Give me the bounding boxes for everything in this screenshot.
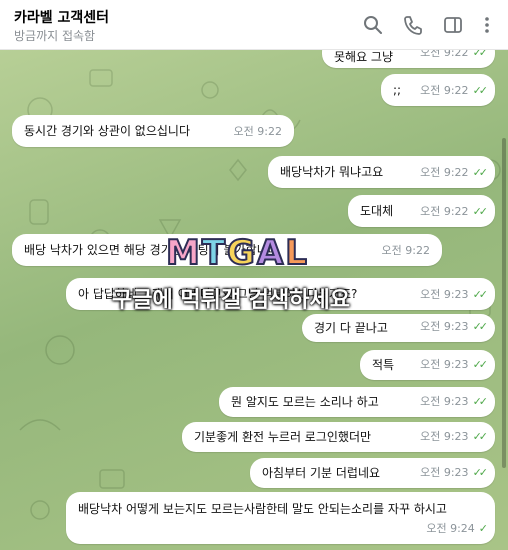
read-receipt-icon: ✓✓ xyxy=(472,395,489,408)
watermark-logo: MTGAL xyxy=(165,232,309,274)
message-time: 오전 9:22 xyxy=(420,84,469,97)
message-time: 오전 9:23 xyxy=(420,466,469,479)
read-receipt-icon: ✓✓ xyxy=(472,320,489,333)
message-outgoing[interactable]: 적특 오전 9:23 ✓✓ xyxy=(360,350,495,380)
message-outgoing[interactable]: 아침부터 기분 더럽네요 오전 9:23 ✓✓ xyxy=(250,458,495,488)
read-receipt-icon: ✓✓ xyxy=(472,288,489,301)
search-icon[interactable] xyxy=(362,14,384,36)
message-outgoing[interactable]: 기분좋게 환전 누르러 로그인했더만 오전 9:23 ✓✓ xyxy=(182,422,495,452)
read-receipt-icon: ✓ xyxy=(478,522,488,535)
message-time: 오전 9:22 xyxy=(233,125,282,138)
message-time: 오전 9:24 xyxy=(426,522,475,535)
read-receipt-icon: ✓✓ xyxy=(472,430,489,443)
scrollbar[interactable] xyxy=(502,138,506,468)
read-receipt-icon: ✓✓ xyxy=(472,358,489,371)
message-outgoing[interactable]: 배당낙차 어떻게 보는지도 모르는사람한테 말도 안되는소리를 자꾸 하시고 오… xyxy=(66,492,495,544)
message-outgoing[interactable]: 배당낙차가 뭐냐고요 오전 9:22 ✓✓ xyxy=(268,156,495,188)
more-menu-icon[interactable] xyxy=(476,14,498,36)
read-receipt-icon: ✓✓ xyxy=(472,166,489,179)
message-time: 오전 9:22 xyxy=(420,50,469,59)
message-outgoing[interactable]: 못해요 그냥 오전 9:22 ✓✓ xyxy=(322,50,495,68)
message-outgoing[interactable]: ;; 오전 9:22 ✓✓ xyxy=(381,74,495,106)
message-time: 오전 9:23 xyxy=(420,395,469,408)
message-time: 오전 9:22 xyxy=(381,244,430,257)
chat-header: 카라벨 고객센터 방금까지 접속함 xyxy=(0,0,508,50)
message-time: 오전 9:23 xyxy=(420,320,469,333)
message-time: 오전 9:23 xyxy=(420,288,469,301)
message-outgoing[interactable]: 경기 다 끝나고 오전 9:23 ✓✓ xyxy=(302,314,495,342)
sidebar-toggle-icon[interactable] xyxy=(442,14,464,36)
read-receipt-icon: ✓✓ xyxy=(472,466,489,479)
read-receipt-icon: ✓✓ xyxy=(472,205,489,218)
read-receipt-icon: ✓✓ xyxy=(472,50,489,59)
message-time: 오전 9:22 xyxy=(420,205,469,218)
message-incoming[interactable]: 동시간 경기와 상관이 없으십니다 오전 9:22 xyxy=(12,115,294,147)
message-time: 오전 9:23 xyxy=(420,430,469,443)
read-receipt-icon: ✓✓ xyxy=(472,84,489,97)
message-outgoing[interactable]: 도대체 오전 9:22 ✓✓ xyxy=(348,195,495,227)
watermark-caption: 구글에 먹튀갤 검색하세요 xyxy=(112,288,350,313)
phone-icon[interactable] xyxy=(402,14,424,36)
chat-title[interactable]: 카라벨 고객센터 xyxy=(14,7,109,27)
message-outgoing[interactable]: 뭔 알지도 모르는 소리나 하고 오전 9:23 ✓✓ xyxy=(219,387,495,417)
last-seen-status: 방금까지 접속함 xyxy=(14,29,96,43)
message-time: 오전 9:23 xyxy=(420,358,469,371)
message-time: 오전 9:22 xyxy=(420,166,469,179)
